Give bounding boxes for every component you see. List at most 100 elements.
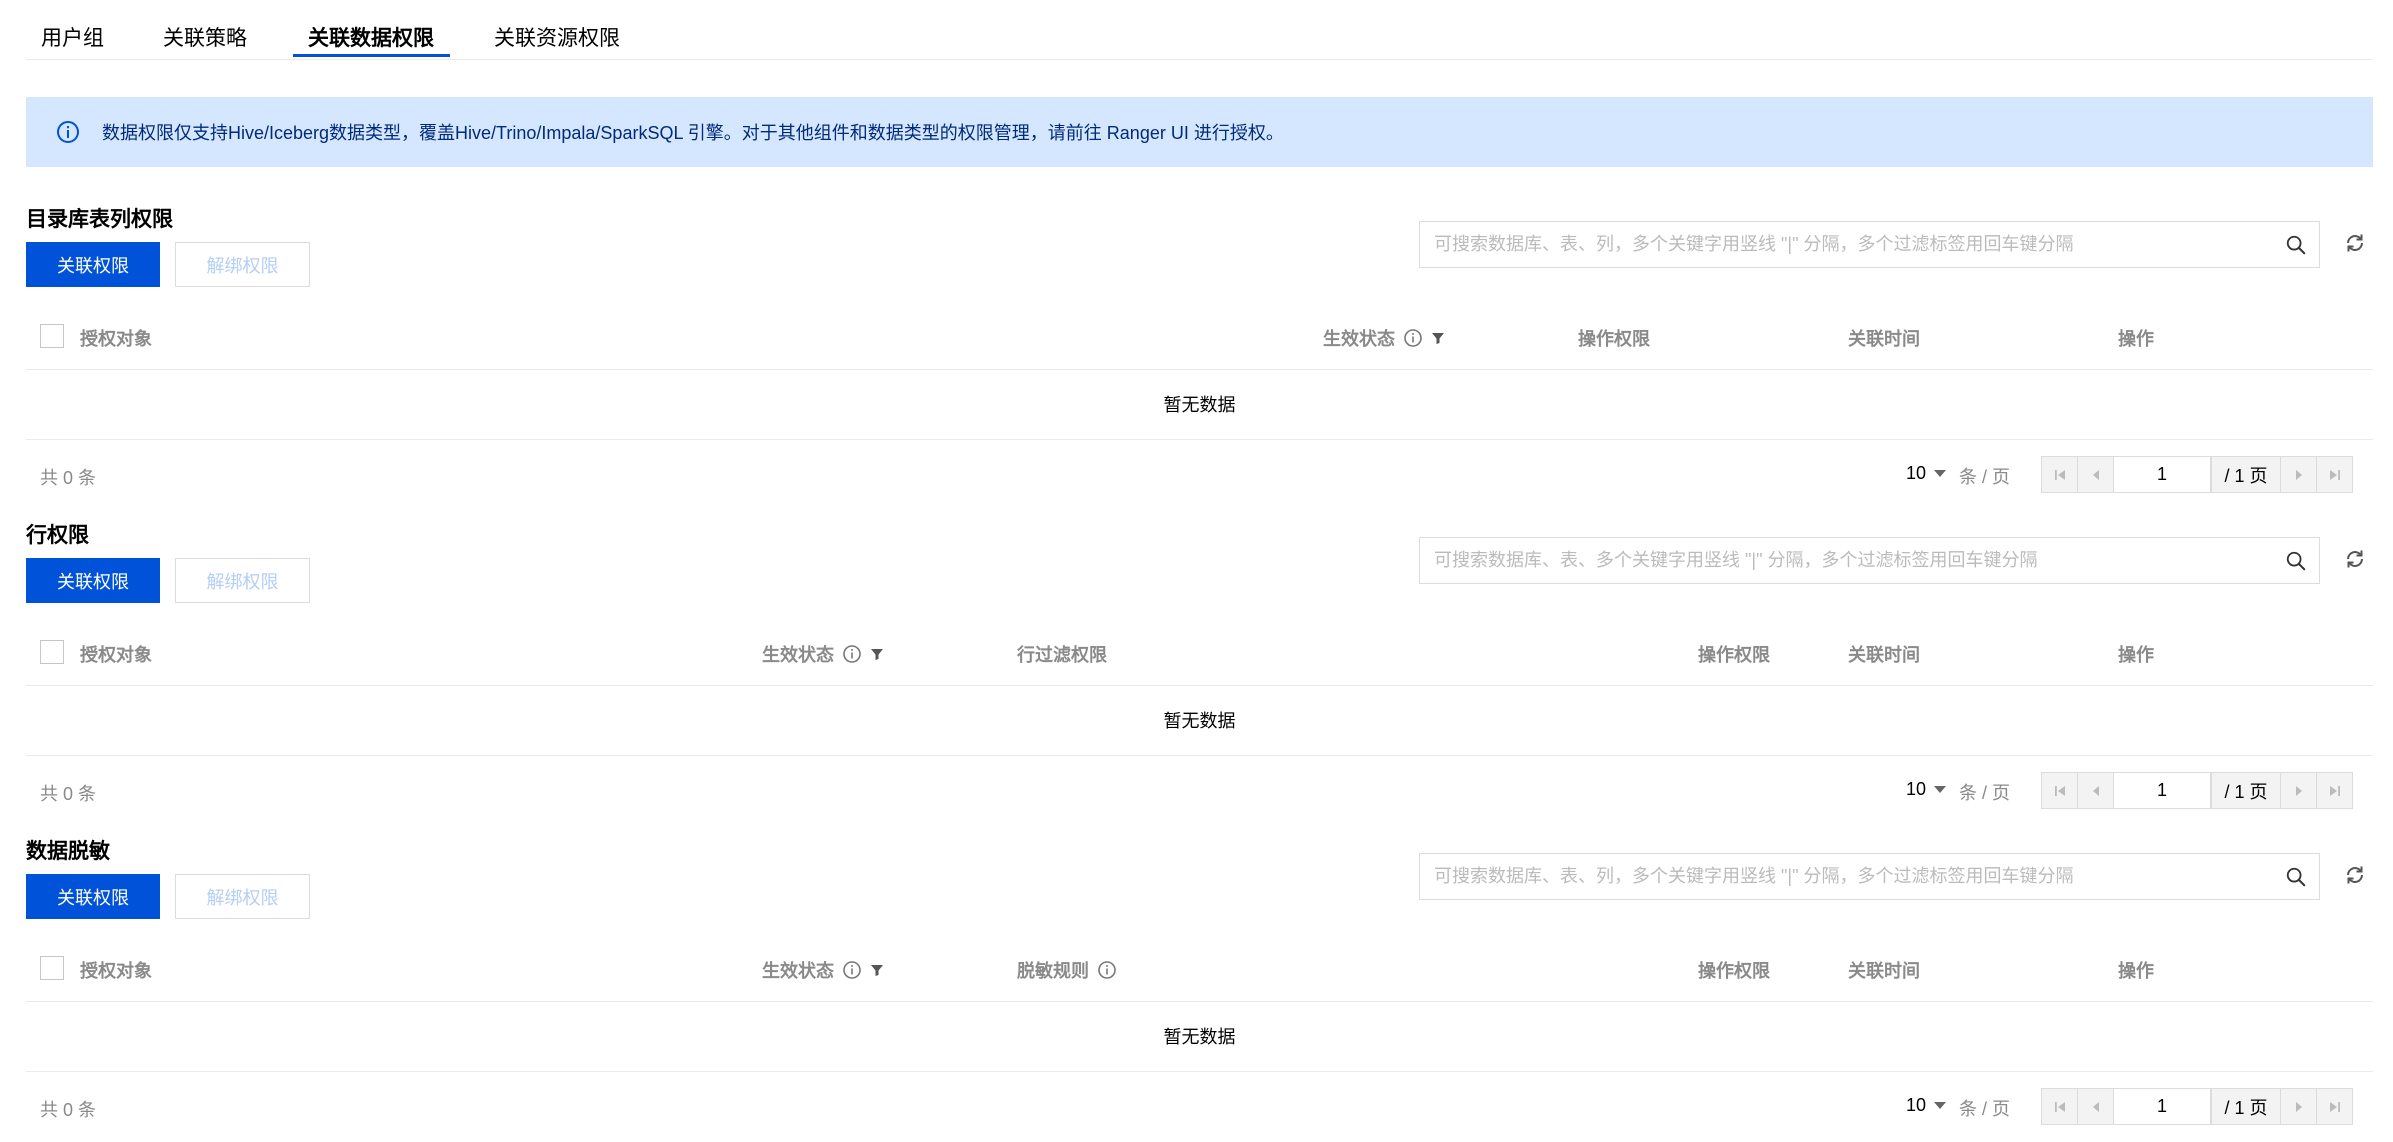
page-number-input[interactable] [2113, 1088, 2211, 1125]
section-title: 数据脱敏 [26, 840, 110, 863]
search-input[interactable] [1434, 538, 2274, 583]
search-icon[interactable] [2285, 234, 2307, 256]
next-page-button[interactable] [2280, 772, 2317, 809]
filter-icon[interactable] [870, 647, 884, 661]
column-header-associated-time: 关联时间 [1848, 645, 1920, 665]
total-pages: / 1 页 [2211, 456, 2281, 493]
search-input[interactable] [1434, 854, 2274, 899]
prev-page-button[interactable] [2077, 1088, 2114, 1125]
total-count: 共 0 条 [40, 468, 97, 488]
page-number-input[interactable] [2113, 456, 2211, 493]
search-box [1419, 221, 2320, 268]
column-header-operation-permission: 操作权限 [1578, 329, 1650, 349]
total-count: 共 0 条 [40, 784, 97, 804]
select-all-checkbox[interactable] [40, 640, 64, 664]
column-header-actions: 操作 [2118, 329, 2154, 349]
chevron-down-icon [1934, 1101, 1947, 1109]
table-header: 授权对象 生效状态 操作权限 关联时间 操作 [26, 300, 2373, 370]
search-icon[interactable] [2285, 550, 2307, 572]
last-page-button[interactable] [2316, 456, 2353, 493]
table-header: 授权对象 生效状态 行过滤权限 操作权限 关联时间 操作 [26, 616, 2373, 686]
column-header-associated-time: 关联时间 [1848, 329, 1920, 349]
status-info-icon[interactable] [1403, 328, 1423, 348]
column-header-status: 生效状态 [1323, 325, 1445, 351]
page-size-select[interactable]: 10 [1906, 1095, 1947, 1116]
first-page-icon [2054, 1101, 2065, 1112]
prev-page-icon [2092, 785, 2099, 796]
table-header: 授权对象 生效状态 脱敏规则 操作权限 关联时间 操作 [26, 932, 2373, 1002]
tab-associated-policies[interactable]: 关联策略 [163, 22, 247, 52]
per-page-label: 条 / 页 [1959, 1099, 2011, 1119]
column-header-operation-permission: 操作权限 [1698, 961, 1770, 981]
empty-state: 暂无数据 [26, 1002, 2373, 1072]
tab-associated-data-permissions[interactable]: 关联数据权限 [308, 22, 434, 52]
prev-page-button[interactable] [2077, 456, 2114, 493]
unbind-permission-button: 解绑权限 [175, 874, 310, 919]
total-count: 共 0 条 [40, 1100, 97, 1120]
column-header-actions: 操作 [2118, 645, 2154, 665]
next-page-button[interactable] [2280, 1088, 2317, 1125]
refresh-icon[interactable] [2343, 231, 2367, 255]
section-title: 行权限 [26, 524, 89, 547]
total-pages: / 1 页 [2211, 772, 2281, 809]
last-page-icon [2329, 785, 2340, 796]
page-size-value: 10 [1906, 779, 1927, 799]
page-size-select[interactable]: 10 [1906, 779, 1947, 800]
empty-state: 暂无数据 [26, 686, 2373, 756]
next-page-icon [2295, 1101, 2302, 1112]
search-box [1419, 537, 2320, 584]
column-header-status: 生效状态 [762, 641, 884, 667]
prev-page-button[interactable] [2077, 772, 2114, 809]
tab-user-groups[interactable]: 用户组 [41, 22, 104, 52]
empty-state: 暂无数据 [26, 370, 2373, 440]
page-size-select[interactable]: 10 [1906, 463, 1947, 484]
first-page-icon [2054, 785, 2065, 796]
pagination: 共 0 条 10 条 / 页 / 1 页 [26, 756, 2373, 826]
search-icon[interactable] [2285, 866, 2307, 888]
bind-permission-button[interactable]: 关联权限 [26, 874, 160, 919]
column-header-operation-permission: 操作权限 [1698, 645, 1770, 665]
status-info-icon[interactable] [842, 960, 862, 980]
filter-icon[interactable] [1431, 331, 1445, 345]
last-page-button[interactable] [2316, 772, 2353, 809]
per-page-label: 条 / 页 [1959, 783, 2011, 803]
column-header-masking-rule: 脱敏规则 [1017, 957, 1117, 983]
first-page-button[interactable] [2041, 456, 2078, 493]
first-page-button[interactable] [2041, 1088, 2078, 1125]
refresh-icon[interactable] [2343, 547, 2367, 571]
column-header-grantee: 授权对象 [80, 645, 152, 665]
info-icon [57, 121, 79, 143]
tab-bar: 用户组 关联策略 关联数据权限 关联资源权限 [26, 0, 2373, 60]
column-header-row-filter: 行过滤权限 [1017, 645, 1107, 665]
first-page-icon [2054, 469, 2065, 480]
next-page-icon [2295, 785, 2302, 796]
per-page-label: 条 / 页 [1959, 467, 2011, 487]
column-header-grantee: 授权对象 [80, 961, 152, 981]
tab-associated-resource-permissions[interactable]: 关联资源权限 [494, 22, 620, 52]
status-info-icon[interactable] [842, 644, 862, 664]
last-page-button[interactable] [2316, 1088, 2353, 1125]
column-header-status: 生效状态 [762, 957, 884, 983]
filter-icon[interactable] [870, 963, 884, 977]
chevron-down-icon [1934, 469, 1947, 477]
page-size-value: 10 [1906, 1095, 1927, 1115]
first-page-button[interactable] [2041, 772, 2078, 809]
search-box [1419, 853, 2320, 900]
select-all-checkbox[interactable] [40, 324, 64, 348]
prev-page-icon [2092, 469, 2099, 480]
refresh-icon[interactable] [2343, 863, 2367, 887]
unbind-permission-button: 解绑权限 [175, 558, 310, 603]
select-all-checkbox[interactable] [40, 956, 64, 980]
page-number-input[interactable] [2113, 772, 2211, 809]
next-page-button[interactable] [2280, 456, 2317, 493]
column-header-associated-time: 关联时间 [1848, 961, 1920, 981]
pagination: 共 0 条 10 条 / 页 / 1 页 [26, 1072, 2373, 1142]
active-tab-indicator [293, 54, 450, 57]
bind-permission-button[interactable]: 关联权限 [26, 242, 160, 287]
bind-permission-button[interactable]: 关联权限 [26, 558, 160, 603]
masking-info-icon[interactable] [1097, 960, 1117, 980]
total-pages: / 1 页 [2211, 1088, 2281, 1125]
next-page-icon [2295, 469, 2302, 480]
search-input[interactable] [1434, 222, 2274, 267]
column-header-grantee: 授权对象 [80, 329, 152, 349]
